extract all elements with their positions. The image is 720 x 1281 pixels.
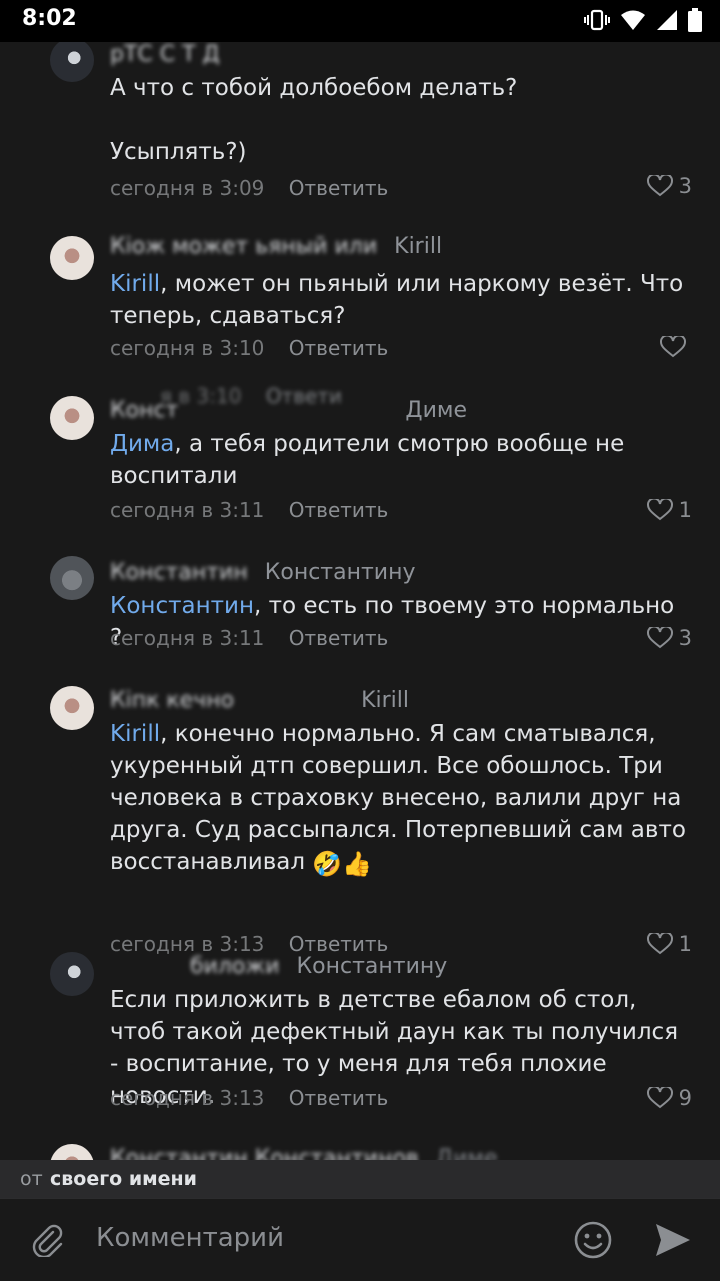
heart-icon (646, 933, 673, 955)
heart-icon (646, 499, 673, 521)
vibrate-icon (584, 9, 610, 31)
reply-button[interactable]: Ответить (289, 176, 389, 200)
reply-button[interactable]: Ответить (289, 1086, 389, 1110)
like-count: 9 (678, 1086, 692, 1110)
heart-icon (646, 627, 673, 649)
reply-button[interactable]: Ответить (289, 626, 389, 650)
comment-body: , может он пьяный или наркому везёт. Что… (110, 271, 684, 329)
comment-line: Усыплять?) (110, 139, 247, 165)
avatar[interactable] (50, 396, 94, 440)
like-count: 1 (678, 932, 692, 956)
comment-author[interactable]: биложи Константину (110, 954, 447, 979)
paperclip-icon (32, 1224, 63, 1257)
comment-text: Дима, а тебя родители смотрю вообще не в… (110, 428, 690, 492)
like-count: 1 (678, 498, 692, 522)
comment-line: А что с тобой долбоебом делать? (110, 75, 518, 101)
avatar[interactable] (50, 1144, 94, 1160)
heart-icon (660, 336, 686, 358)
comment-author[interactable]: Константин Константину (110, 560, 416, 585)
comment-body: , а тебя родители смотрю вообще не воспи… (110, 431, 625, 489)
mention-link[interactable]: Константин (110, 593, 254, 619)
comment-time: сегодня в 3:11 (110, 498, 265, 522)
reply-to[interactable]: Диме (405, 398, 467, 423)
reply-to[interactable]: Константину (297, 954, 448, 979)
post-as-bar[interactable]: от своего имени (0, 1160, 720, 1198)
post-as-prefix: от (20, 1168, 43, 1190)
author-name[interactable]: Конст (110, 398, 178, 423)
like-button[interactable]: 1 (646, 932, 692, 956)
reply-to[interactable]: Константину (265, 560, 416, 585)
reply-to[interactable]: Kirill (394, 234, 442, 259)
comment-body: , конечно нормально. Я сам сматывался, у… (110, 721, 686, 875)
comment-meta: сегодня в 3:13 Ответить (110, 1086, 388, 1110)
mention-link[interactable]: Дима (110, 431, 174, 457)
comment-author[interactable]: рТС С Т Д (110, 42, 220, 67)
like-button[interactable]: 9 (646, 1086, 692, 1110)
emoji-laugh-thumbs: 🤣👍 (312, 850, 373, 878)
comment-author[interactable]: Кiпк кечно Kirill (110, 688, 409, 713)
comment-time: сегодня в 3:11 (110, 626, 265, 650)
comment-time: сегодня в 3:09 (110, 176, 265, 200)
post-as-name[interactable]: своего имени (50, 1168, 197, 1190)
comment-time: сегодня в 3:10 (110, 336, 265, 360)
signal-icon (657, 10, 677, 30)
author-name[interactable]: Кiож может ьяный или (110, 234, 377, 259)
like-button[interactable]: 3 (646, 626, 692, 650)
author-name[interactable]: Константин Константинов (110, 1146, 419, 1160)
comment-author[interactable]: Константин Константинов Диме (110, 1146, 498, 1160)
avatar[interactable] (50, 556, 94, 600)
like-button[interactable]: 3 (646, 174, 692, 198)
comment-time: сегодня в 3:13 (110, 932, 265, 956)
attach-button[interactable] (26, 1219, 68, 1261)
comment-input[interactable]: Комментарий (96, 1223, 284, 1253)
mention-link[interactable]: Kirill (110, 271, 160, 297)
mention-link[interactable]: Kirill (110, 721, 160, 747)
comment-meta: сегодня в 3:11 Ответить (110, 626, 388, 650)
comment-text: А что с тобой долбоебом делать? Усыплять… (110, 72, 690, 168)
comment-meta: сегодня в 3:13 Ответить (110, 932, 388, 956)
author-name[interactable]: Константин (110, 560, 248, 585)
author-name[interactable]: Кiпк кечно (110, 688, 234, 713)
comment-meta: сегодня в 3:09 Ответить (110, 176, 388, 200)
comment-time: сегодня в 3:13 (110, 1086, 265, 1110)
author-name[interactable]: рТС С Т Д (110, 42, 220, 67)
author-name[interactable]: биложи (190, 954, 280, 979)
status-time: 8:02 (22, 6, 77, 31)
smiley-icon (574, 1221, 612, 1259)
emoji-button[interactable] (572, 1219, 614, 1261)
avatar[interactable] (50, 952, 94, 996)
avatar[interactable] (50, 236, 94, 280)
reply-to[interactable]: Диме (436, 1146, 498, 1160)
comment-meta: сегодня в 3:10 Ответить (110, 336, 388, 360)
reply-button[interactable]: Ответить (289, 336, 389, 360)
heart-icon (646, 175, 673, 197)
comments-feed[interactable]: рТС С Т Д А что с тобой долбоебом делать… (0, 42, 720, 1160)
reply-button[interactable]: Ответить (289, 498, 389, 522)
comment-text: Kirill, может он пьяный или наркому везё… (110, 268, 690, 332)
reply-button[interactable]: Ответить (289, 932, 389, 956)
avatar[interactable] (50, 686, 94, 730)
battery-icon (688, 8, 702, 32)
heart-icon (646, 1087, 673, 1109)
like-count: 3 (678, 626, 692, 650)
send-button[interactable] (652, 1219, 694, 1261)
like-button[interactable]: 1 (646, 498, 692, 522)
avatar[interactable] (50, 42, 94, 82)
comment-author[interactable]: Кiож может ьяный или Kirill (110, 234, 442, 259)
send-icon (656, 1224, 690, 1256)
comment-text: Kirill, конечно нормально. Я сам сматыва… (110, 718, 690, 880)
comment-author[interactable]: Конст Диме (110, 398, 467, 423)
status-bar: 8:02 (0, 0, 720, 42)
comment-composer: Комментарий (0, 1198, 720, 1281)
wifi-icon (621, 10, 645, 30)
comment-line (110, 104, 690, 136)
reply-to[interactable]: Kirill (361, 688, 409, 713)
like-count: 3 (678, 174, 692, 198)
like-button[interactable] (660, 336, 692, 358)
comment-meta: сегодня в 3:11 Ответить (110, 498, 388, 522)
status-icons (584, 8, 702, 32)
